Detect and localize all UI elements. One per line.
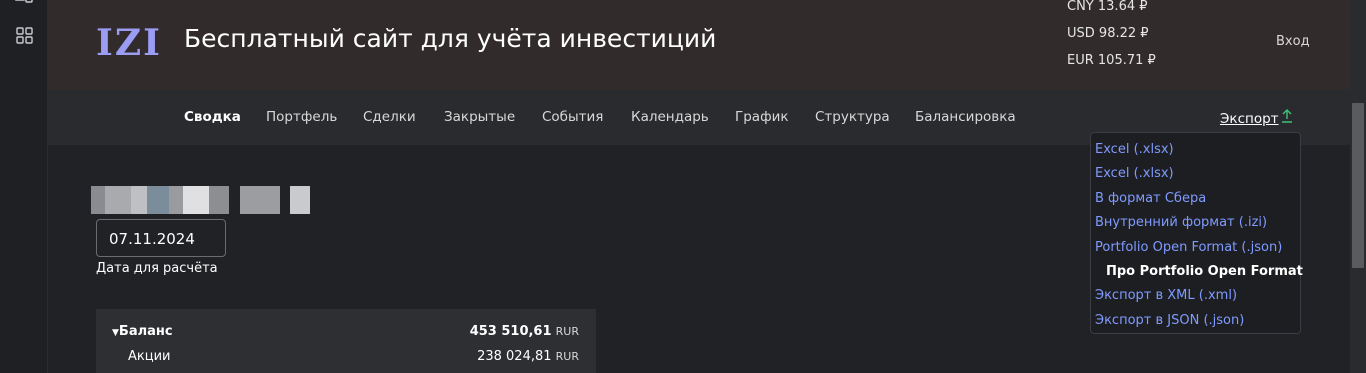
- tab-summary[interactable]: Сводка: [184, 109, 241, 125]
- export-pof-json[interactable]: Portfolio Open Format (.json): [1091, 236, 1300, 260]
- rate-cny: CNY 13.64 ₽: [1067, 0, 1156, 20]
- tab-closed[interactable]: Закрытые: [444, 109, 515, 125]
- balance-title: ▼Баланс: [112, 324, 173, 339]
- tab-rebalancing[interactable]: Балансировка: [915, 109, 1016, 125]
- balance-table: ▼Баланс 453 510,61 RUR Акции 238 024,81 …: [96, 309, 596, 373]
- rate-value: 105.71 ₽: [1097, 53, 1156, 68]
- row-label: Акции: [128, 349, 171, 364]
- site-header: IZI Бесплатный сайт для учёта инвестиций…: [48, 0, 1350, 90]
- export-dropdown: Excel (.xlsx) Excel (.xlsx) В формат Сбе…: [1090, 132, 1303, 334]
- tab-structure[interactable]: Структура: [815, 109, 890, 125]
- row-currency: RUR: [555, 350, 579, 363]
- rate-eur: EUR 105.71 ₽: [1067, 47, 1156, 74]
- table-row: Акции 238 024,81 RUR: [96, 349, 596, 373]
- row-amount: 238 024,81: [477, 349, 552, 364]
- extension-icon[interactable]: [14, 0, 34, 6]
- site-logo[interactable]: IZI: [96, 22, 162, 64]
- export-label: Экспорт: [1220, 111, 1279, 127]
- balance-total-row[interactable]: ▼Баланс 453 510,61 RUR: [96, 324, 596, 348]
- balance-total-value: 453 510,61 RUR: [470, 324, 579, 339]
- balance-title-text: Баланс: [118, 324, 173, 339]
- app-root: IZI Бесплатный сайт для учёта инвестиций…: [0, 0, 1366, 373]
- export-xml[interactable]: Экспорт в XML (.xml): [1091, 284, 1300, 308]
- page-scrollbar[interactable]: [1350, 0, 1366, 373]
- export-button[interactable]: Экспорт: [1220, 109, 1293, 127]
- rate-code: EUR: [1067, 53, 1094, 68]
- balance-total-amount: 453 510,61: [469, 324, 552, 339]
- tab-events[interactable]: События: [542, 109, 603, 125]
- rate-value: 13.64 ₽: [1097, 0, 1148, 14]
- rate-code: CNY: [1067, 0, 1094, 14]
- row-value: 238 024,81 RUR: [477, 349, 579, 364]
- tab-chart[interactable]: График: [735, 109, 789, 125]
- caret-down-icon: ▼: [112, 328, 119, 338]
- balance-total-currency: RUR: [555, 325, 579, 338]
- tab-portfolio[interactable]: Портфель: [266, 109, 337, 125]
- left-rail: [0, 0, 48, 373]
- rate-usd: USD 98.22 ₽: [1067, 20, 1156, 47]
- site-title: Бесплатный сайт для учёта инвестиций: [184, 24, 717, 53]
- tab-calendar[interactable]: Календарь: [631, 109, 709, 125]
- blurred-portfolio-name: [91, 186, 311, 214]
- about-pof-link[interactable]: Про Portfolio Open Format: [1091, 260, 1303, 284]
- login-link[interactable]: Вход: [1276, 34, 1310, 49]
- export-json[interactable]: Экспорт в JSON (.json): [1091, 309, 1300, 333]
- currency-rates: CNY 13.64 ₽ USD 98.22 ₽ EUR 105.71 ₽: [1067, 0, 1156, 74]
- export-excel-2[interactable]: Excel (.xlsx): [1091, 162, 1300, 186]
- tab-deals[interactable]: Сделки: [363, 109, 416, 125]
- scrollbar-thumb[interactable]: [1352, 103, 1364, 268]
- upload-arrow-icon: [1281, 109, 1293, 127]
- rate-value: 98.22 ₽: [1098, 26, 1149, 41]
- calc-date-label: Дата для расчёта: [96, 261, 218, 276]
- export-sber[interactable]: В формат Сбера: [1091, 187, 1300, 211]
- rate-code: USD: [1067, 26, 1095, 41]
- apps-grid-icon[interactable]: [16, 27, 33, 44]
- export-excel-1[interactable]: Excel (.xlsx): [1091, 138, 1300, 162]
- calc-date-input[interactable]: 07.11.2024: [96, 219, 226, 257]
- export-izi[interactable]: Внутренний формат (.izi): [1091, 211, 1300, 235]
